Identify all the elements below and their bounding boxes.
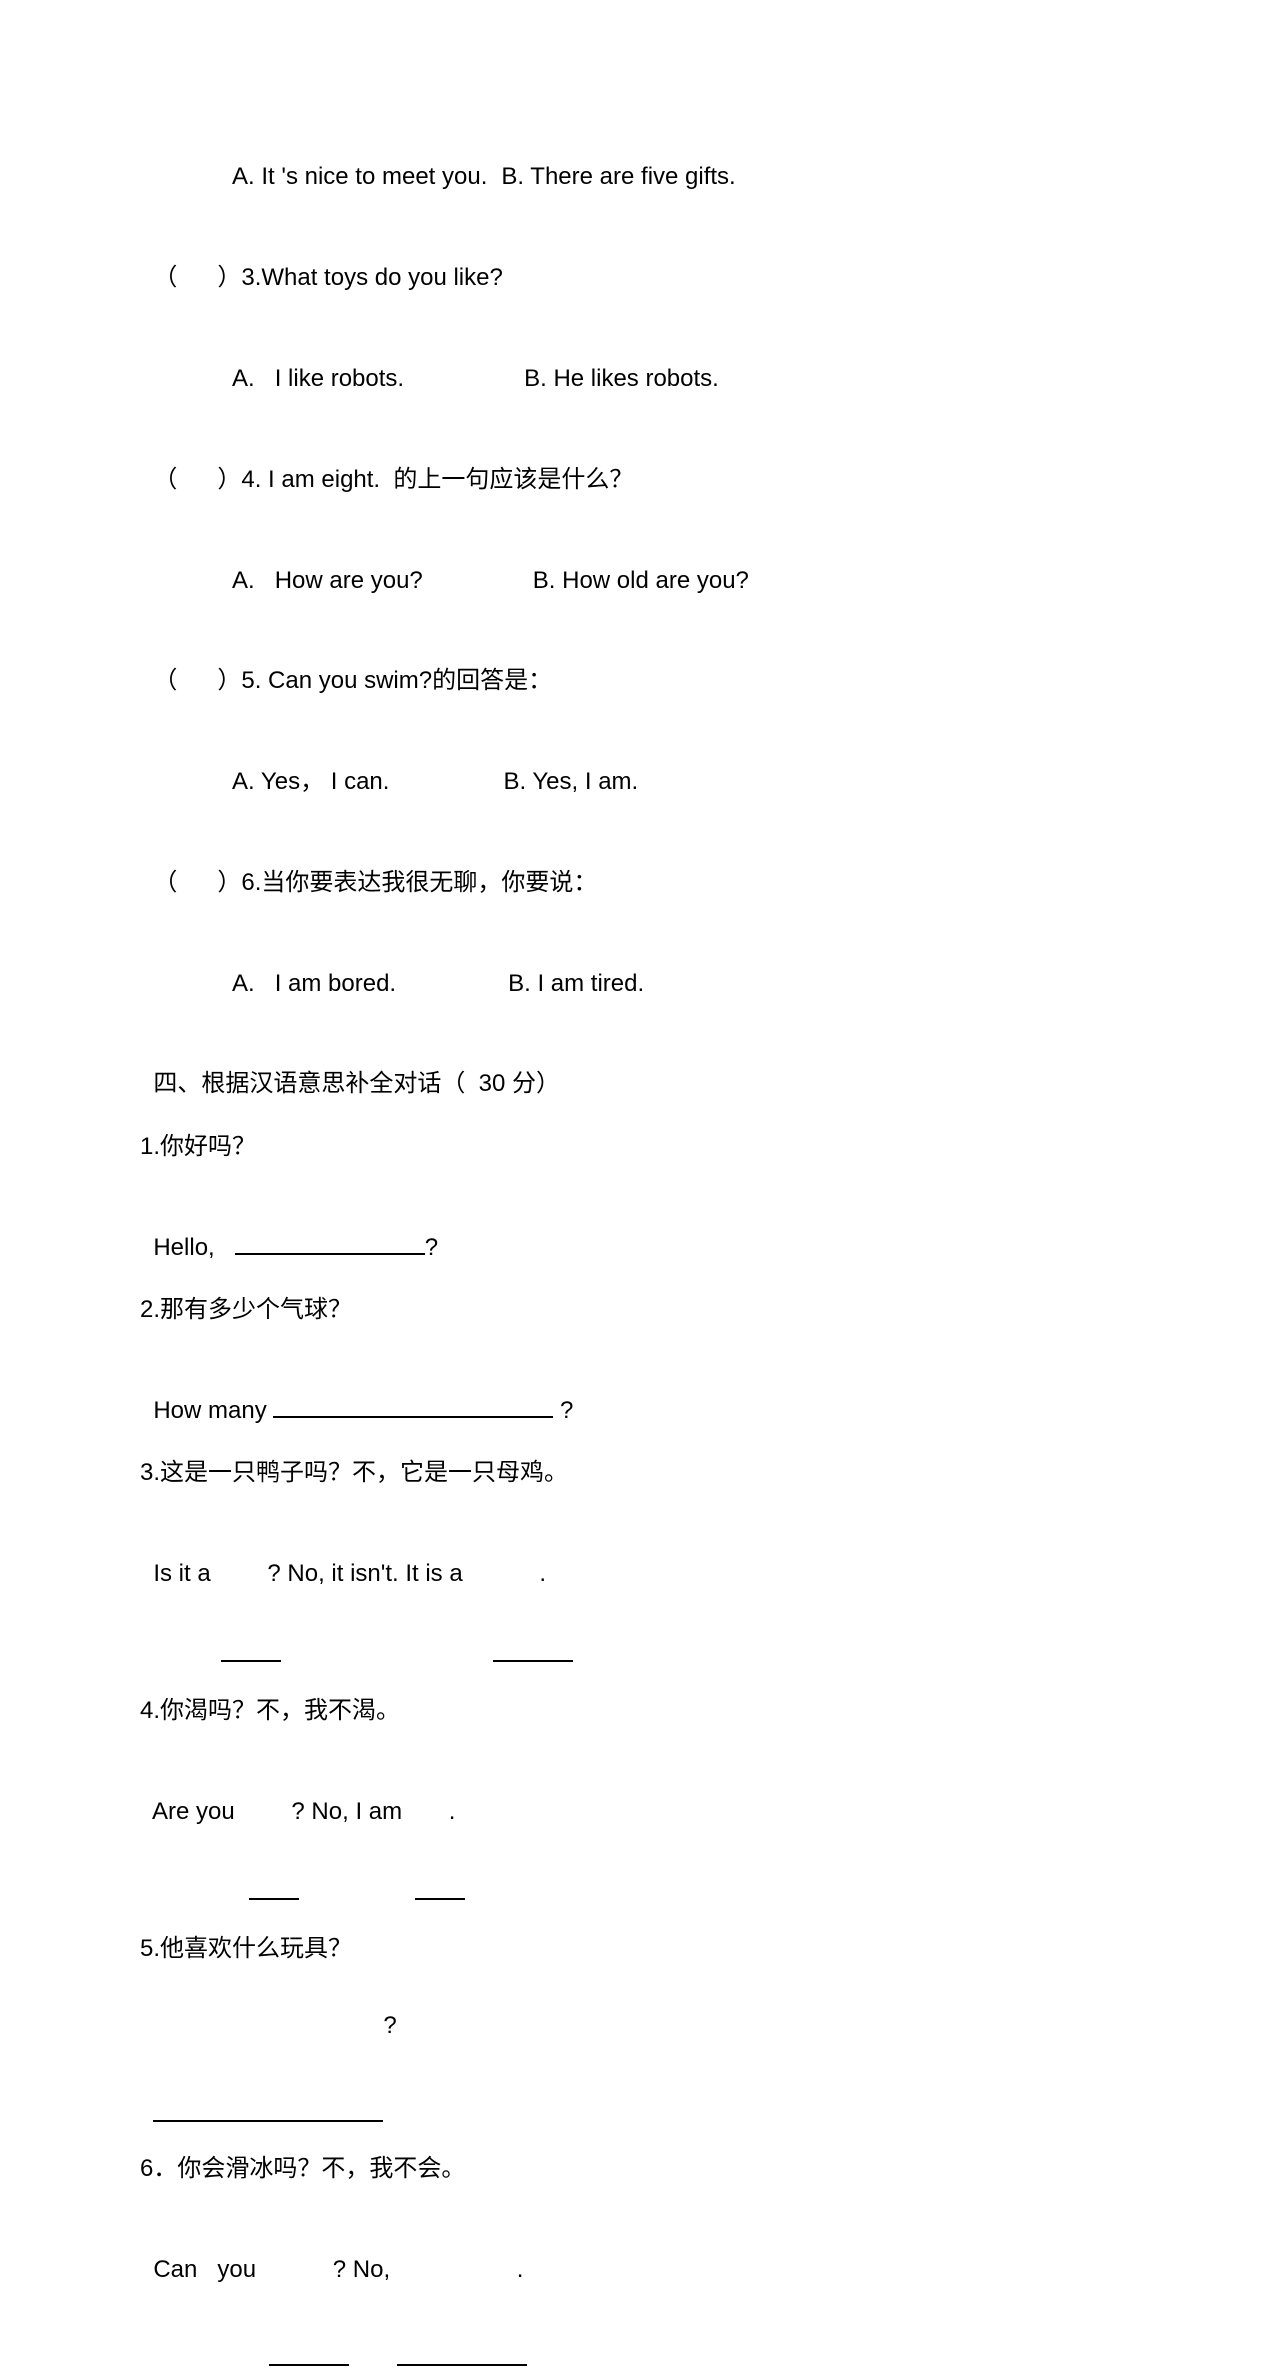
s4-q4-zh: 4.你渴吗？不，我不渴。	[140, 1692, 1135, 1730]
prompt: 4. I am eight. 的上一句应该是什么？	[241, 466, 633, 493]
text-pre: How many	[153, 1397, 273, 1424]
section4-title-text: 四、根据汉语意思补全对话（ 30 分）	[153, 1070, 560, 1097]
s4-q5-zh: 5.他喜欢什么玩具？	[140, 1930, 1135, 1968]
prompt: 5. Can you swim?的回答是：	[241, 667, 552, 694]
fill-blank-2[interactable]	[415, 1898, 465, 1900]
fill-blank-1[interactable]	[249, 1898, 299, 1900]
text-a: Can you	[153, 2256, 262, 2283]
text: 5.他喜欢什么玩具？	[140, 1935, 352, 1962]
prompt: 6.当你要表达我很无聊，你要说：	[241, 869, 597, 896]
mc-q3-options: A. I like robots. B. He likes robots.	[140, 322, 1135, 399]
text-b: ? No,	[333, 2256, 397, 2283]
text-post: ?	[553, 1397, 573, 1424]
text: 6．你会滑冰吗？不，我不会。	[140, 2155, 465, 2182]
s4-q6-en: Can you ? No, .	[140, 2212, 1135, 2289]
fill-blank[interactable]	[273, 1416, 553, 1418]
prompt: 3.What toys do you like?	[241, 264, 502, 291]
text-a: Is it a	[153, 1560, 217, 1587]
mc-prev-options: A. It 's nice to meet you. B. There are f…	[140, 120, 1135, 197]
s4-q5-underline	[140, 2051, 1135, 2128]
opt-a: A. It 's nice to meet you.	[232, 163, 487, 190]
text: 1.你好吗？	[140, 1133, 256, 1160]
opt-a: A. Yes， I can.	[232, 768, 389, 795]
section4-title: 四、根据汉语意思补全对话（ 30 分）	[140, 1027, 1135, 1104]
opt-b: B. There are five gifts.	[501, 163, 735, 190]
s4-q1-zh: 1.你好吗？	[140, 1128, 1135, 1166]
mc-q6-options: A. I am bored. B. I am tired.	[140, 926, 1135, 1003]
s4-q6-zh: 6．你会滑冰吗？不，我不会。	[140, 2150, 1135, 2188]
text-a: Are you	[152, 1798, 241, 1825]
opt-a: A. I am bored.	[232, 970, 396, 997]
opt-b: B. I am tired.	[508, 970, 644, 997]
s4-q3-underlines	[140, 1591, 1135, 1668]
fill-blank-1[interactable]	[221, 1660, 281, 1662]
answer-paren[interactable]: （ ）	[153, 466, 241, 493]
answer-paren[interactable]: （ ）	[153, 667, 241, 694]
opt-b: B. Yes, I am.	[503, 768, 638, 795]
fill-blank-1[interactable]	[269, 2364, 349, 2366]
answer-paren[interactable]: （ ）	[153, 869, 241, 896]
answer-paren[interactable]: （ ）	[153, 264, 241, 291]
s4-q5-qmark: ?	[140, 1968, 1135, 2045]
text-c: .	[449, 1798, 456, 1825]
fill-blank-2[interactable]	[397, 2364, 527, 2366]
s4-q6-underlines	[140, 2295, 1135, 2372]
opt-b: B. He likes robots.	[524, 365, 719, 392]
text: 2.那有多少个气球？	[140, 1296, 352, 1323]
fill-blank-2[interactable]	[493, 1660, 573, 1662]
opt-a: A. I like robots.	[232, 365, 404, 392]
s4-q2-zh: 2.那有多少个气球？	[140, 1291, 1135, 1329]
mc-q6: （ ）6.当你要表达我很无聊，你要说：	[140, 825, 1135, 902]
s4-q4-en: Are you ? No, I am .	[140, 1755, 1135, 1832]
text-post: ?	[425, 1234, 438, 1261]
fill-blank[interactable]	[153, 2120, 383, 2122]
qmark: ?	[383, 2012, 396, 2039]
s4-q1-en: Hello, ?	[140, 1190, 1135, 1267]
mc-q4: （ ）4. I am eight. 的上一句应该是什么？	[140, 422, 1135, 499]
mc-q3: （ ）3.What toys do you like?	[140, 221, 1135, 298]
s4-q3-en: Is it a ? No, it isn't. It is a .	[140, 1517, 1135, 1594]
text: 4.你渴吗？不，我不渴。	[140, 1697, 400, 1724]
fill-blank[interactable]	[235, 1253, 425, 1255]
s4-q3-zh: 3.这是一只鸭子吗？不，它是一只母鸡。	[140, 1454, 1135, 1492]
s4-q2-en: How many ?	[140, 1353, 1135, 1430]
opt-a: A. How are you?	[232, 567, 423, 594]
text-c: .	[539, 1560, 546, 1587]
mc-q5: （ ）5. Can you swim?的回答是：	[140, 624, 1135, 701]
text-b: ? No, it isn't. It is a	[267, 1560, 469, 1587]
text-pre: Hello,	[153, 1234, 234, 1261]
opt-b: B. How old are you?	[533, 567, 749, 594]
s4-q4-underlines	[140, 1829, 1135, 1906]
text-c: .	[517, 2256, 524, 2283]
mc-q5-options: A. Yes， I can. B. Yes, I am.	[140, 725, 1135, 802]
text: 3.这是一只鸭子吗？不，它是一只母鸡。	[140, 1459, 568, 1486]
mc-q4-options: A. How are you? B. How old are you?	[140, 523, 1135, 600]
text-b: ? No, I am	[291, 1798, 408, 1825]
